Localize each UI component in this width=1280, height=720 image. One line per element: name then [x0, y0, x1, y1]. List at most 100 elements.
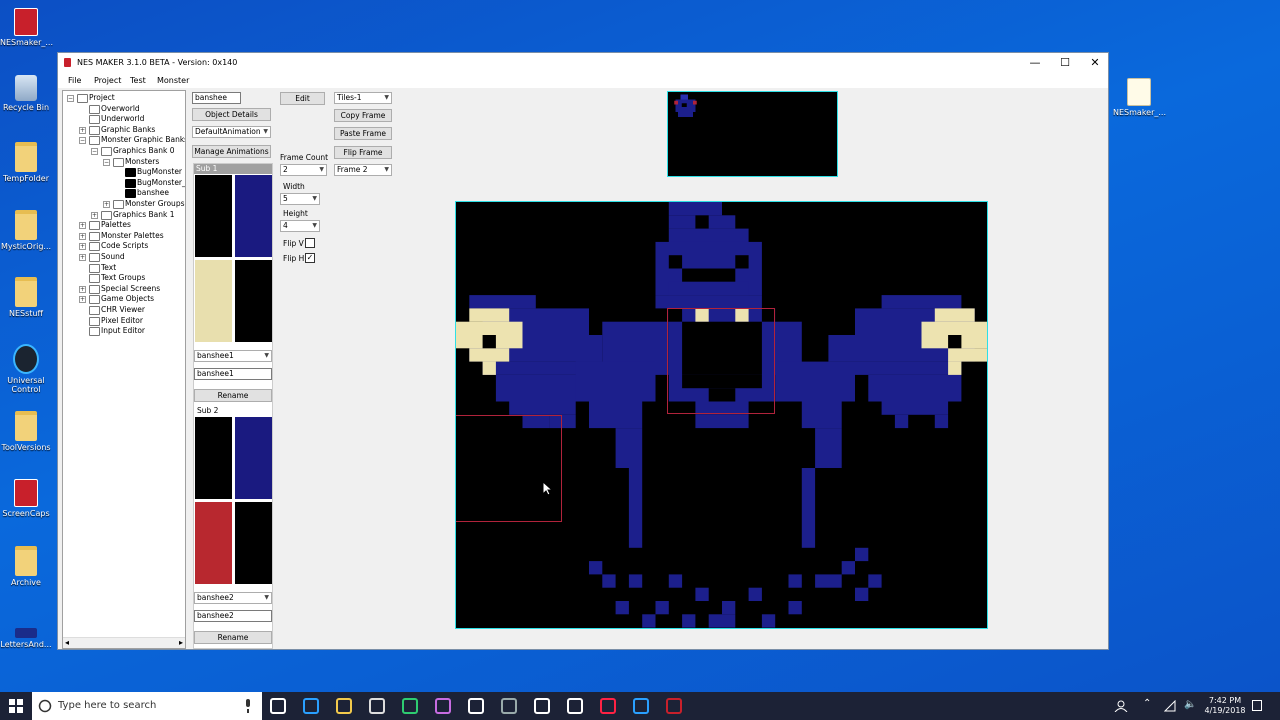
sub2-select[interactable]: banshee2 ▼ [194, 592, 272, 604]
tree-item[interactable]: Text Groups [101, 273, 145, 282]
menu-project[interactable]: Project [94, 76, 121, 85]
expand-icon[interactable]: + [79, 296, 86, 304]
sub1-palette-swatch[interactable] [195, 175, 232, 257]
calculator-icon[interactable] [567, 698, 583, 714]
volume-icon[interactable]: 🔈 [1184, 699, 1196, 710]
sub2-rename-button[interactable]: Rename [194, 631, 272, 644]
windows-start-icon[interactable] [8, 698, 24, 714]
desktop-icon[interactable]: MysticOrig... [0, 210, 52, 251]
app-icon[interactable] [369, 698, 385, 714]
desktop-icon[interactable]: NESstuff [0, 277, 52, 318]
tree-item[interactable]: Graphics Bank 0 [113, 146, 175, 155]
tree-item[interactable]: banshee [137, 188, 169, 197]
sub2-palette-swatch[interactable] [235, 502, 272, 584]
desktop-icon[interactable]: Universal Control [0, 344, 52, 394]
tree-item[interactable]: Monster Groups [125, 199, 184, 208]
project-tree[interactable]: − Project Overworld Underworld + Graphic Bank… [62, 90, 186, 649]
desktop-icon[interactable]: Archive [0, 546, 52, 587]
close-button[interactable]: ✕ [1080, 53, 1110, 73]
animation-select[interactable]: DefaultAnimation ▼ [192, 126, 271, 138]
skype-icon[interactable] [633, 698, 649, 714]
expand-icon[interactable]: + [103, 201, 110, 208]
sprite-editor-canvas[interactable] [455, 201, 988, 629]
tree-item[interactable]: Text [101, 263, 116, 272]
flip-v-checkbox[interactable] [305, 238, 315, 248]
font-tool-icon[interactable] [534, 698, 550, 714]
tree-item[interactable]: Special Screens [101, 284, 160, 293]
tree-item[interactable]: Graphic Banks [101, 125, 155, 134]
tree-item[interactable]: Graphics Bank 1 [113, 210, 175, 219]
task-view-icon[interactable] [270, 698, 286, 714]
paste-frame-button[interactable]: Paste Frame [334, 127, 392, 140]
tree-item[interactable]: Monster Graphic Banks [101, 135, 185, 144]
tree-item[interactable]: CHR Viewer [101, 305, 145, 314]
expand-icon[interactable]: + [91, 211, 98, 219]
nesmaker-taskbar-icon[interactable] [666, 698, 682, 714]
monster-name-input[interactable]: banshee [192, 92, 241, 104]
frame-count-select[interactable]: 2 ▼ [280, 164, 327, 176]
width-select[interactable]: 5 ▼ [280, 193, 320, 205]
frame-select[interactable]: Frame 2 ▼ [334, 164, 392, 176]
tree-item[interactable]: Palettes [101, 220, 131, 229]
scroll-left-icon[interactable]: ◂ [65, 638, 69, 647]
tree-horizontal-scrollbar[interactable]: ◂ ▸ [63, 637, 185, 648]
menu-file[interactable]: File [68, 76, 81, 85]
tree-item[interactable]: Code Scripts [101, 241, 148, 250]
object-details-button[interactable]: Object Details [192, 108, 271, 121]
flip-h-checkbox[interactable]: ✓ [305, 253, 315, 263]
file-explorer-icon[interactable] [336, 698, 352, 714]
steam-icon[interactable] [501, 698, 517, 714]
collapse-icon[interactable]: − [67, 95, 74, 102]
tree-item[interactable]: Underworld [101, 114, 144, 123]
sub1-select[interactable]: banshee1 ▼ [194, 350, 272, 362]
slack-icon[interactable] [435, 698, 451, 714]
spreadsheet-icon[interactable] [402, 698, 418, 714]
expand-icon[interactable]: + [79, 222, 86, 230]
sub2-name-input[interactable]: banshee2 [194, 610, 272, 622]
minimize-button[interactable]: — [1020, 53, 1050, 73]
menu-test[interactable]: Test [130, 76, 146, 85]
desktop-icon[interactable]: ScreenCaps [0, 479, 52, 518]
scroll-right-icon[interactable]: ▸ [179, 638, 183, 647]
taskbar-search[interactable]: Type here to search [32, 692, 262, 720]
edge-icon[interactable] [303, 698, 319, 714]
expand-icon[interactable]: + [79, 285, 86, 293]
desktop-icon[interactable]: NESmaker_... [0, 8, 53, 47]
sub1-palette-swatch[interactable] [235, 260, 272, 342]
notepad-icon[interactable] [468, 698, 484, 714]
people-icon[interactable] [1114, 700, 1128, 713]
desktop-icon[interactable]: Recycle Bin [0, 75, 52, 112]
sub1-palette-swatch[interactable] [235, 175, 272, 257]
sub1-palette-swatch[interactable] [195, 260, 232, 342]
tiles-select[interactable]: Tiles-1 ▼ [334, 92, 392, 104]
desktop-icon[interactable]: ToolVersions [0, 411, 52, 452]
sub1-name-input[interactable]: banshee1 [194, 368, 272, 380]
manage-animations-button[interactable]: Manage Animations [192, 145, 271, 158]
maximize-button[interactable]: ☐ [1050, 53, 1080, 73]
tree-item[interactable]: BugMonster [137, 167, 182, 176]
sub1-rename-button[interactable]: Rename [194, 389, 272, 402]
tree-item[interactable]: Sound [101, 252, 125, 261]
tree-item[interactable]: Project [89, 93, 115, 102]
tree-item[interactable]: Monster Palettes [101, 231, 164, 240]
tree-item[interactable]: BugMonster_Fr [137, 178, 185, 187]
sub2-palette-swatch[interactable] [235, 417, 272, 499]
notifications-icon[interactable] [1252, 700, 1262, 711]
chrome-icon[interactable] [600, 698, 616, 714]
network-icon[interactable] [1163, 699, 1176, 712]
tree-item[interactable]: Game Objects [101, 294, 154, 303]
menu-monster[interactable]: Monster [157, 76, 189, 85]
collapse-icon[interactable]: − [103, 158, 110, 166]
tree-item[interactable]: Monsters [125, 157, 159, 166]
flip-frame-button[interactable]: Flip Frame [334, 146, 392, 159]
expand-icon[interactable]: + [79, 243, 86, 251]
microphone-icon[interactable] [244, 699, 252, 713]
expand-icon[interactable]: + [79, 126, 86, 134]
collapse-icon[interactable]: − [91, 148, 98, 155]
tree-item[interactable]: Input Editor [101, 326, 145, 335]
tree-item[interactable]: Pixel Editor [101, 316, 143, 325]
copy-frame-button[interactable]: Copy Frame [334, 109, 392, 122]
clock[interactable]: 7:42 PM 4/19/2018 [1201, 696, 1249, 716]
collapse-icon[interactable]: − [79, 137, 86, 145]
desktop-icon-right[interactable]: NESmaker_... [1113, 78, 1166, 117]
